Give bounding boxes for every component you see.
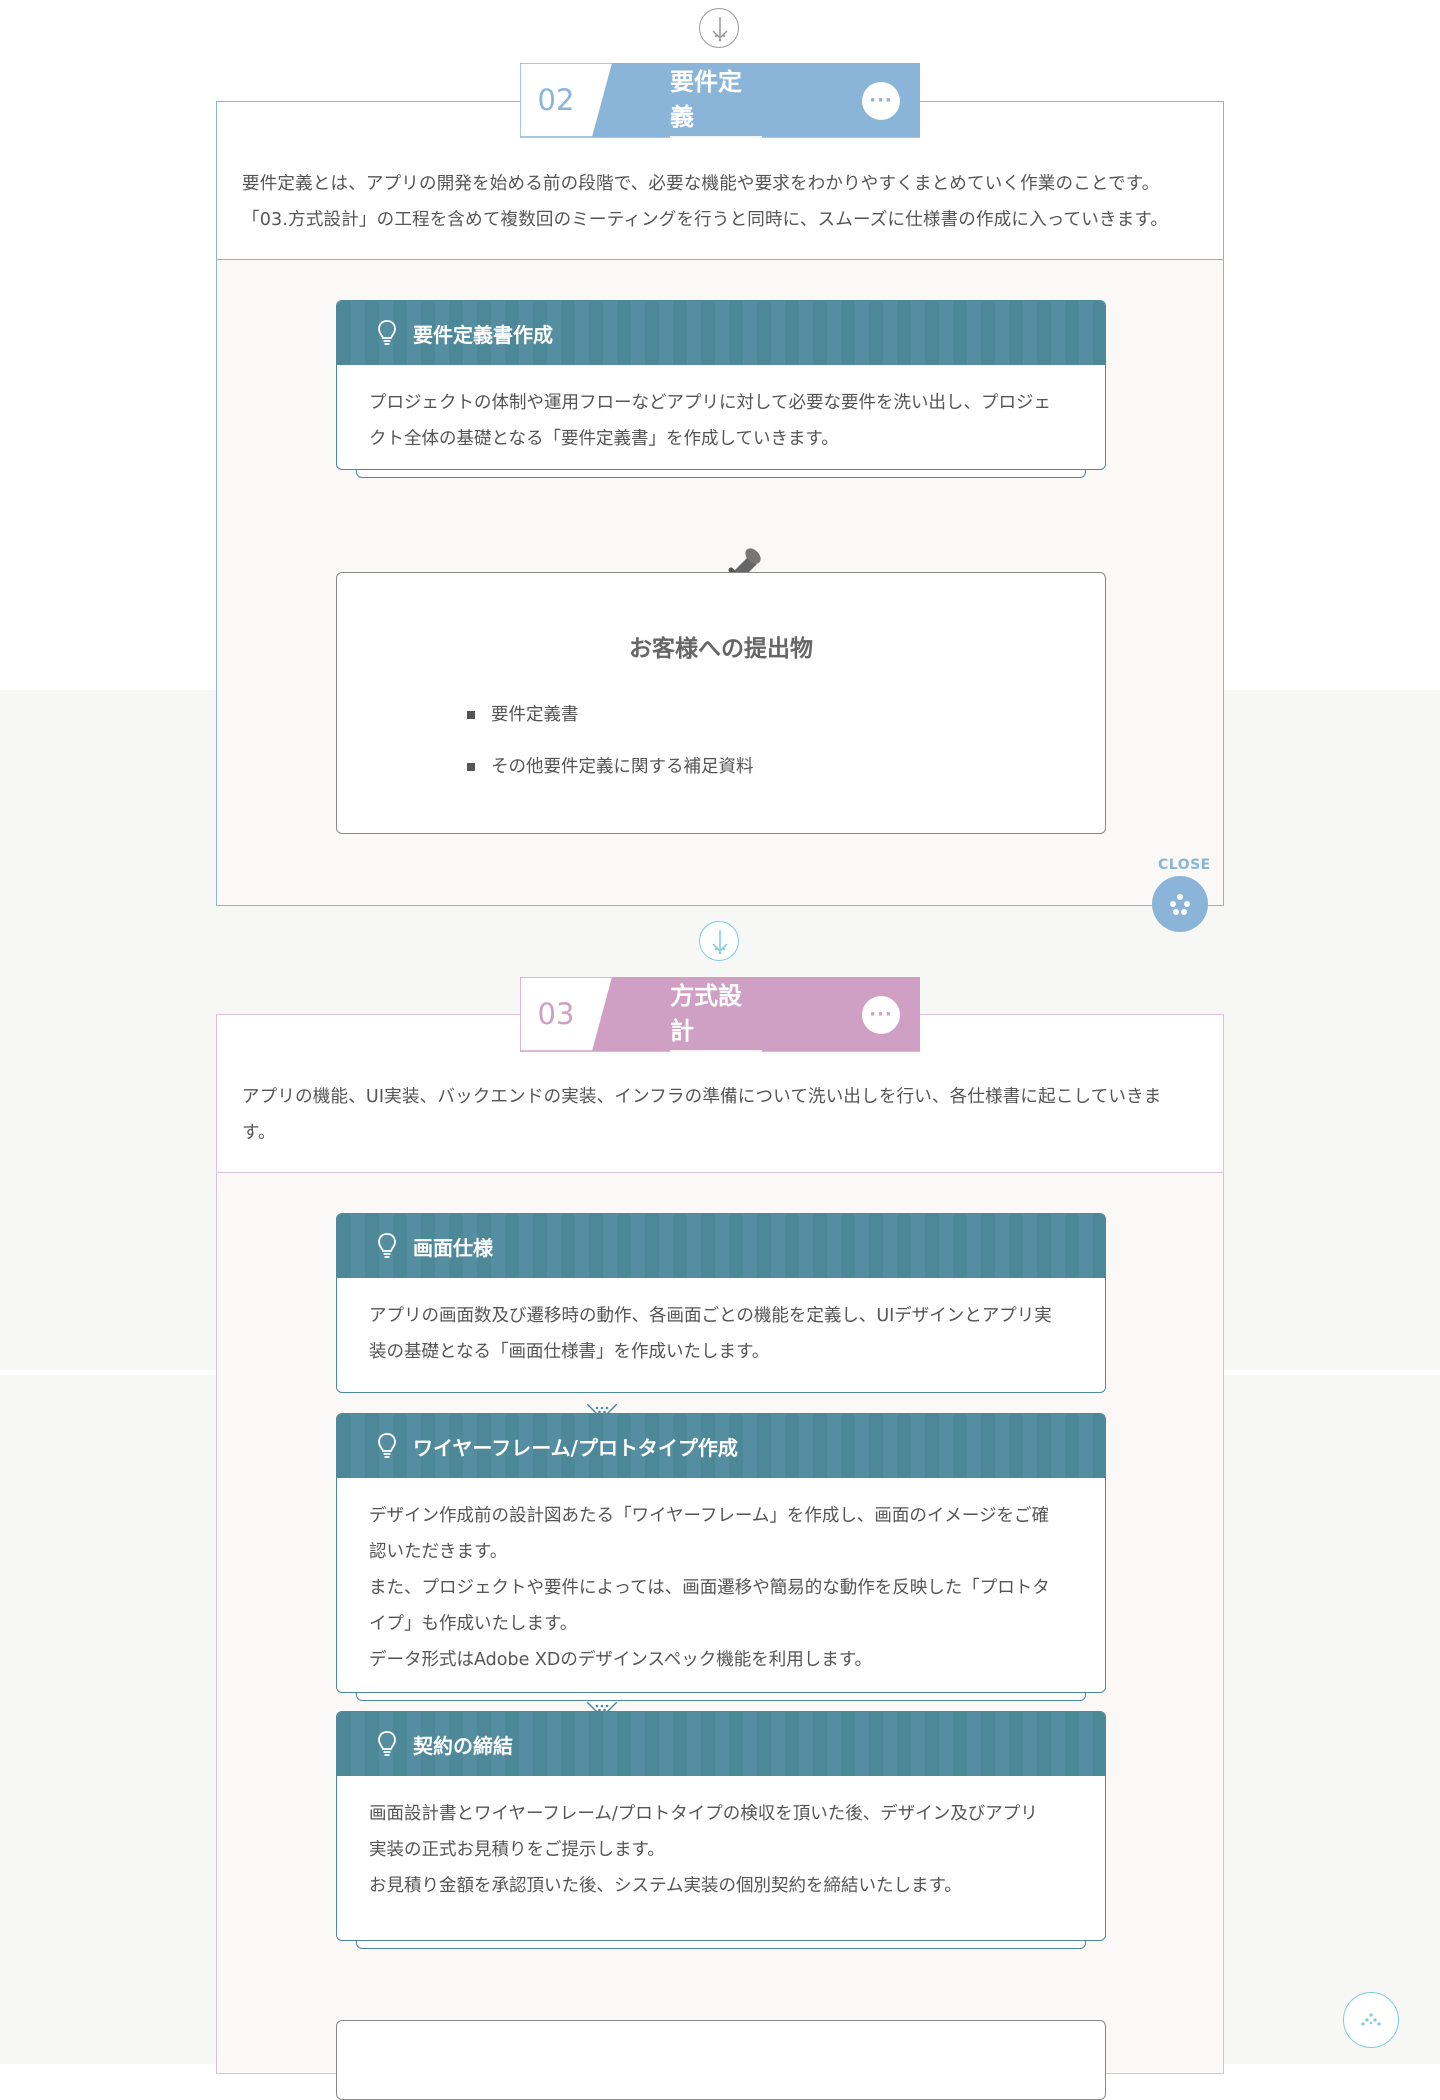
deliverable-label: 要件定義書 bbox=[491, 705, 579, 725]
section-number: 03 bbox=[537, 997, 575, 1031]
intro-line: アプリの機能、UI実装、バックエンドの実装、インフラの準備について洗い出しを行い… bbox=[242, 1087, 1162, 1107]
down-arrow-icon bbox=[699, 921, 739, 961]
deliverables-box: お客様への提出物 要件定義書 その他要件定義に関する補足資料 bbox=[336, 572, 1106, 834]
card-body: 契約の締結 画面設計書とワイヤーフレーム/プロトタイプの検収を頂いた後、デザイン… bbox=[336, 1711, 1106, 1941]
card-header: 要件定義書作成 bbox=[337, 301, 1105, 365]
card-line: また、プロジェクトや要件によっては、画面遷移や簡易的な動作を反映した「プロトタ bbox=[369, 1578, 1050, 1598]
card-body: 画面仕様 アプリの画面数及び遷移時の動作、各画面ごとの機能を定義し、UIデザイン… bbox=[336, 1213, 1106, 1393]
card-body: 要件定義書作成 プロジェクトの体制や運用フローなどアプリに対して必要な要件を洗い… bbox=[336, 300, 1106, 470]
card-line: デザイン作成前の設計図あたる「ワイヤーフレーム」を作成し、画面のイメージをご確 bbox=[369, 1506, 1050, 1526]
step-card: 画面仕様 アプリの画面数及び遷移時の動作、各画面ごとの機能を定義し、UIデザイン… bbox=[336, 1213, 1106, 1399]
deliverable-label: その他要件定義に関する補足資料 bbox=[491, 757, 754, 777]
card-header: ワイヤーフレーム/プロトタイプ作成 bbox=[337, 1414, 1105, 1478]
card-title: 契約の締結 bbox=[413, 1733, 513, 1758]
section-03: アプリの機能、UI実装、バックエンドの実装、インフラの準備について洗い出しを行い… bbox=[216, 1014, 1224, 2100]
close-label[interactable]: CLOSE bbox=[1158, 857, 1211, 873]
intro-line: す。 bbox=[242, 1123, 276, 1143]
card-text: アプリの画面数及び遷移時の動作、各画面ごとの機能を定義し、UIデザインとアプリ実… bbox=[337, 1278, 1105, 1390]
card-body: ワイヤーフレーム/プロトタイプ作成 デザイン作成前の設計図あたる「ワイヤーフレー… bbox=[336, 1413, 1106, 1693]
section-03-tab[interactable]: 03 方式設計 ··· bbox=[520, 977, 920, 1053]
lightbulb-icon bbox=[378, 320, 396, 345]
section-title: 方式設計 bbox=[670, 976, 762, 1052]
card-line: 実装の正式お見積りをご提示します。 bbox=[369, 1840, 665, 1860]
step-card: 要件定義書作成 プロジェクトの体制や運用フローなどアプリに対して必要な要件を洗い… bbox=[336, 300, 1106, 486]
deliverable-item: その他要件定義に関する補足資料 bbox=[467, 755, 1105, 779]
intro-text: 要件定義とは、アプリの開発を始める前の段階で、必要な機能や要求をわかりやすくまと… bbox=[242, 166, 1197, 238]
down-arrow-icon bbox=[699, 8, 739, 48]
section-02: 要件定義とは、アプリの開発を始める前の段階で、必要な機能や要求をわかりやすくまと… bbox=[216, 101, 1224, 906]
deliverables-box bbox=[336, 2020, 1106, 2100]
deliverables-title: お客様への提出物 bbox=[629, 636, 813, 662]
step-card: ワイヤーフレーム/プロトタイプ作成 デザイン作成前の設計図あたる「ワイヤーフレー… bbox=[336, 1413, 1106, 1709]
intro-line: 要件定義とは、アプリの開発を始める前の段階で、必要な機能や要求をわかりやすくまと… bbox=[242, 174, 1160, 194]
card-text: デザイン作成前の設計図あたる「ワイヤーフレーム」を作成し、画面のイメージをご確 … bbox=[337, 1478, 1105, 1692]
lightbulb-icon bbox=[378, 1433, 396, 1458]
intro-text: アプリの機能、UI実装、バックエンドの実装、インフラの準備について洗い出しを行い… bbox=[242, 1079, 1197, 1151]
deliverables-list: 要件定義書 その他要件定義に関する補足資料 bbox=[337, 703, 1105, 779]
card-title: 要件定義書作成 bbox=[413, 322, 553, 347]
card-line: プロジェクトの体制や運用フローなどアプリに対して必要な要件を洗い出し、プロジェ bbox=[369, 393, 1051, 413]
deliverable-item: 要件定義書 bbox=[467, 703, 1105, 727]
card-header: 画面仕様 bbox=[337, 1214, 1105, 1278]
card-title: ワイヤーフレーム/プロトタイプ作成 bbox=[413, 1435, 738, 1460]
close-button[interactable] bbox=[1152, 876, 1208, 932]
card-text: プロジェクトの体制や運用フローなどアプリに対して必要な要件を洗い出し、プロジェ … bbox=[337, 365, 1105, 469]
lightbulb-icon bbox=[378, 1233, 396, 1258]
step-card: 契約の締結 画面設計書とワイヤーフレーム/プロトタイプの検収を頂いた後、デザイン… bbox=[336, 1711, 1106, 1957]
close-dots-icon bbox=[1170, 894, 1190, 915]
section-title: 要件定義 bbox=[670, 62, 762, 138]
card-header: 契約の締結 bbox=[337, 1712, 1105, 1776]
more-button[interactable]: ··· bbox=[862, 996, 900, 1034]
card-line: お見積り金額を承認頂いた後、システム実装の個別契約を締結いたします。 bbox=[369, 1876, 962, 1896]
card-line: 認いただきます。 bbox=[369, 1542, 508, 1562]
section-number: 02 bbox=[537, 83, 575, 117]
card-line: 装の基礎となる「画面仕様書」を作成いたします。 bbox=[369, 1342, 770, 1362]
back-to-top-button[interactable] bbox=[1343, 1992, 1399, 2048]
card-line: クト全体の基礎となる「要件定義書」を作成していきます。 bbox=[369, 429, 839, 449]
card-title: 画面仕様 bbox=[413, 1235, 493, 1260]
bullet-square-icon bbox=[467, 763, 475, 771]
more-button[interactable]: ··· bbox=[862, 82, 900, 120]
lightbulb-icon bbox=[378, 1731, 396, 1756]
bullet-square-icon bbox=[467, 711, 475, 719]
intro-line: 「03.方式設計」の工程を含めて複数回のミーティングを行うと同時に、スムーズに仕… bbox=[242, 210, 1169, 230]
card-line: イプ」も作成いたします。 bbox=[369, 1614, 578, 1634]
card-line: アプリの画面数及び遷移時の動作、各画面ごとの機能を定義し、UIデザインとアプリ実 bbox=[369, 1306, 1052, 1326]
card-line: 画面設計書とワイヤーフレーム/プロトタイプの検収を頂いた後、デザイン及びアプリ bbox=[369, 1804, 1038, 1824]
card-line: データ形式はAdobe XDのデザインスペック機能を利用します。 bbox=[369, 1650, 873, 1670]
up-arrow-icon bbox=[1361, 2013, 1381, 2026]
section-02-tab[interactable]: 02 要件定義 ··· bbox=[520, 63, 920, 139]
card-text: 画面設計書とワイヤーフレーム/プロトタイプの検収を頂いた後、デザイン及びアプリ … bbox=[337, 1776, 1105, 1924]
